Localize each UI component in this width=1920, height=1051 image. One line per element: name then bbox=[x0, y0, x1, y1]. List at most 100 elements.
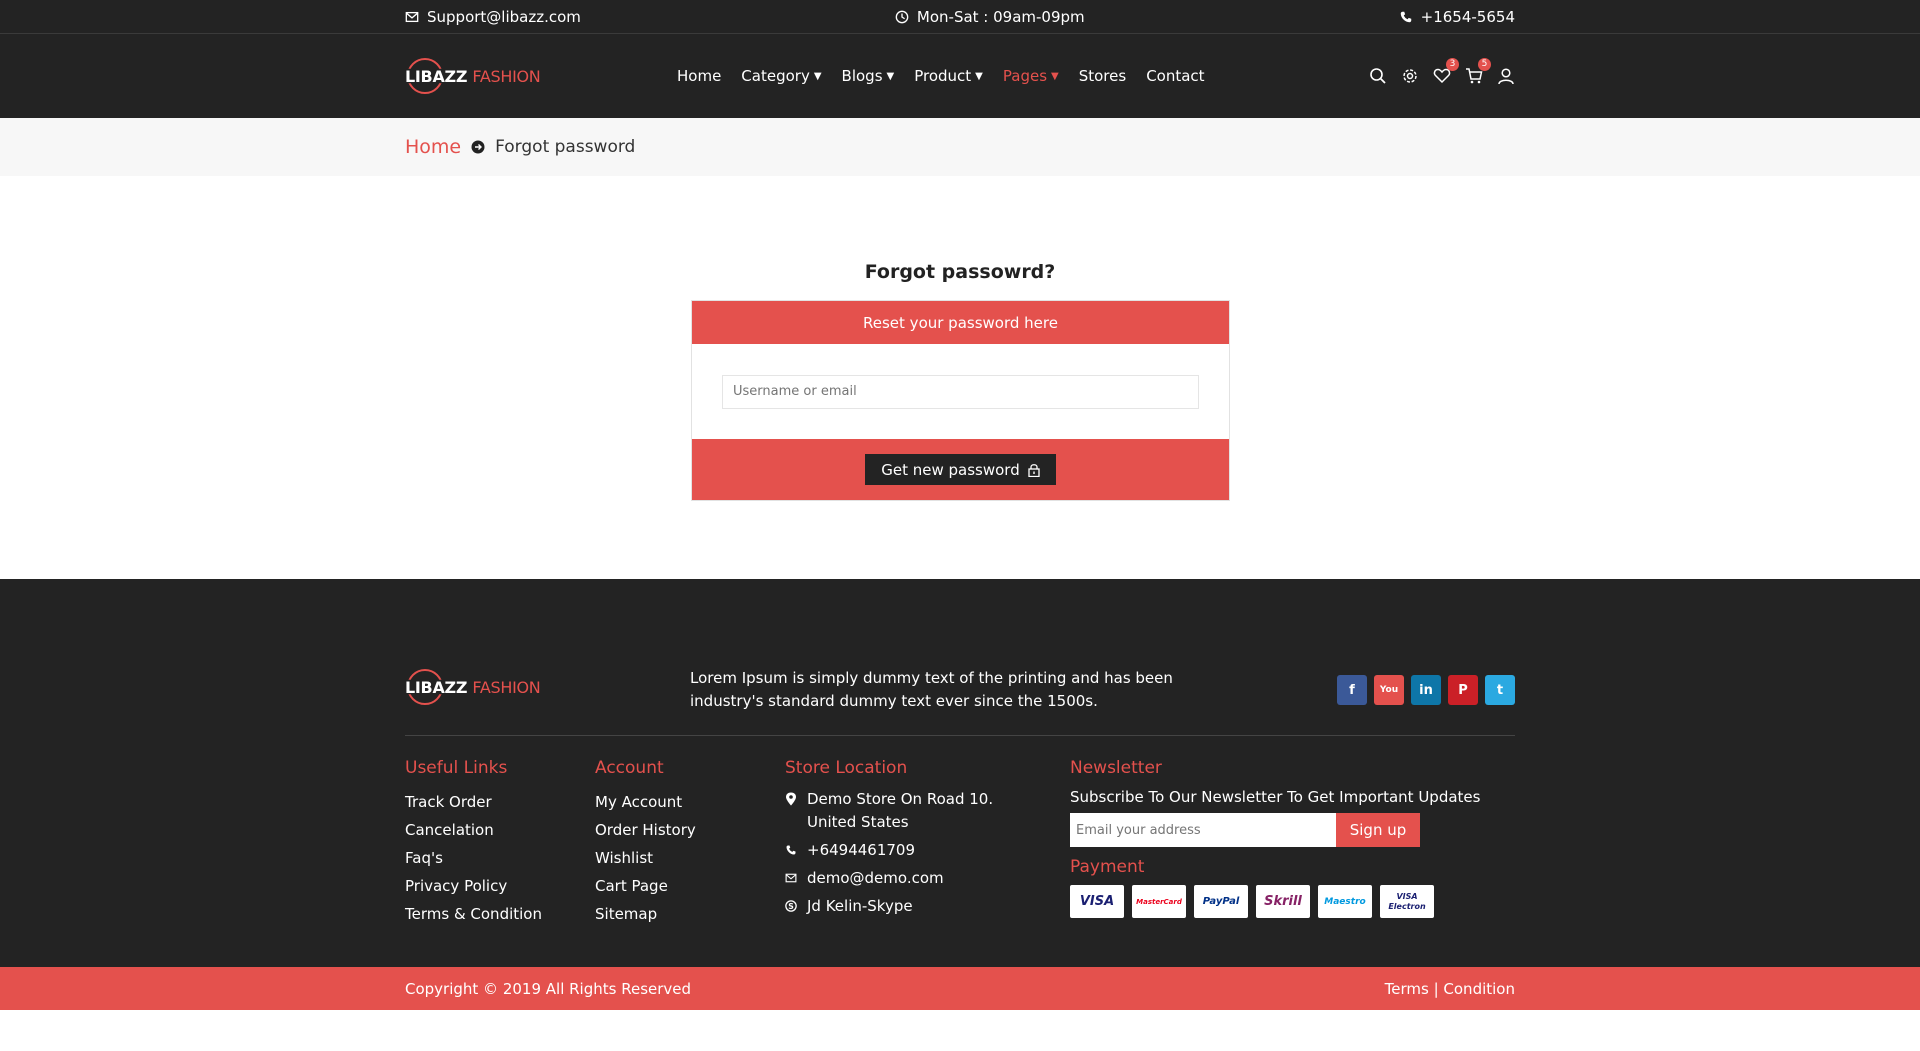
newsletter-column: Newsletter Subscribe To Our Newsletter T… bbox=[1070, 758, 1515, 918]
link-terms-condition[interactable]: Terms & Condition bbox=[405, 900, 542, 928]
copyright-text: Copyright © 2019 All Rights Reserved bbox=[405, 979, 692, 998]
nav-stores[interactable]: Stores bbox=[1079, 67, 1126, 85]
get-new-password-button[interactable]: Get new password bbox=[865, 454, 1056, 485]
link-my-account[interactable]: My Account bbox=[595, 788, 696, 816]
map-pin-icon bbox=[786, 792, 796, 806]
useful-links-title: Useful Links bbox=[405, 758, 508, 778]
opening-hours: Mon-Sat : 09am-09pm bbox=[895, 8, 1085, 26]
cart-count-badge: 5 bbox=[1478, 58, 1491, 71]
opening-hours-text: Mon-Sat : 09am-09pm bbox=[916, 7, 1085, 26]
store-location-column: Store Location Demo Store On Road 10. Un… bbox=[785, 758, 1005, 923]
nav-category[interactable]: Category ▼ bbox=[741, 67, 821, 85]
logo-text-secondary: FASHION bbox=[472, 66, 541, 86]
brand-logo[interactable]: LIBAZZ FASHION bbox=[405, 56, 605, 96]
wishlist-count-badge: 3 bbox=[1446, 58, 1459, 71]
footer-description: Lorem Ipsum is simply dummy text of the … bbox=[690, 669, 1173, 710]
newsletter-form: Sign up bbox=[1070, 813, 1515, 847]
newsletter-subtitle: Subscribe To Our Newsletter To Get Impor… bbox=[1070, 788, 1481, 806]
link-faqs[interactable]: Faq's bbox=[405, 844, 542, 872]
mastercard-icon: MasterCard bbox=[1132, 885, 1186, 918]
phone-icon bbox=[1400, 11, 1411, 22]
youtube-icon[interactable]: You bbox=[1374, 675, 1404, 705]
sign-up-button[interactable]: Sign up bbox=[1336, 813, 1420, 847]
wishlist-button[interactable]: 3 bbox=[1433, 58, 1459, 85]
envelope-icon bbox=[785, 873, 797, 883]
store-location-title: Store Location bbox=[785, 758, 908, 778]
cart-button[interactable]: 5 bbox=[1465, 58, 1491, 85]
user-icon[interactable] bbox=[1497, 67, 1515, 85]
chevron-down-icon: ▼ bbox=[1051, 70, 1059, 82]
link-privacy-policy[interactable]: Privacy Policy bbox=[405, 872, 542, 900]
header-icons: 3 5 bbox=[1369, 58, 1515, 85]
payment-title: Payment bbox=[1070, 857, 1145, 877]
breadcrumb-home[interactable]: Home bbox=[405, 136, 461, 158]
support-email[interactable]: Support@libazz.com bbox=[405, 8, 581, 26]
svg-text:S: S bbox=[788, 902, 794, 911]
nav-home[interactable]: Home bbox=[677, 67, 721, 85]
pinterest-icon[interactable]: P bbox=[1448, 675, 1478, 705]
visa-icon: VISA bbox=[1070, 885, 1124, 918]
link-wishlist[interactable]: Wishlist bbox=[595, 844, 696, 872]
visa-electron-icon: VISA Electron bbox=[1380, 885, 1434, 918]
lock-icon bbox=[1028, 463, 1040, 477]
skrill-icon: Skrill bbox=[1256, 885, 1310, 918]
paypal-icon: PayPal bbox=[1194, 885, 1248, 918]
useful-links-column: Useful Links Track Order Cancelation Faq… bbox=[405, 758, 542, 928]
linkedin-icon[interactable]: in bbox=[1411, 675, 1441, 705]
nav-product[interactable]: Product ▼ bbox=[914, 67, 983, 85]
logo-text-secondary: FASHION bbox=[472, 677, 541, 697]
newsletter-email-input[interactable] bbox=[1070, 813, 1336, 847]
nav-contact[interactable]: Contact bbox=[1146, 67, 1204, 85]
nav-blogs[interactable]: Blogs ▼ bbox=[842, 67, 895, 85]
account-title: Account bbox=[595, 758, 664, 778]
chevron-down-icon: ▼ bbox=[975, 70, 983, 82]
link-sitemap[interactable]: Sitemap bbox=[595, 900, 696, 928]
store-skype[interactable]: S Jd Kelin-Skype bbox=[785, 895, 1005, 918]
logo-text-primary: LIBAZZ bbox=[405, 66, 468, 86]
newsletter-title: Newsletter bbox=[1070, 758, 1162, 778]
nav-pages[interactable]: Pages ▼ bbox=[1003, 67, 1059, 85]
maestro-icon: Maestro bbox=[1318, 885, 1372, 918]
link-order-history[interactable]: Order History bbox=[595, 816, 696, 844]
page-title: Forgot passowrd? bbox=[864, 261, 1056, 283]
facebook-icon[interactable]: f bbox=[1337, 675, 1367, 705]
clock-icon bbox=[895, 10, 909, 23]
terms-link[interactable]: Terms bbox=[1385, 980, 1429, 998]
support-phone[interactable]: +1654-5654 bbox=[1399, 8, 1515, 26]
card-header: Reset your password here bbox=[692, 301, 1229, 344]
envelope-icon bbox=[405, 11, 419, 22]
main-nav: Home Category ▼ Blogs ▼ Product ▼ Pages ▼ St… bbox=[677, 67, 1205, 85]
support-phone-text: +1654-5654 bbox=[1420, 7, 1515, 26]
payment-methods: VISA MasterCard PayPal Skrill Maestro VI… bbox=[1070, 885, 1515, 918]
breadcrumb-current: Forgot password bbox=[495, 137, 636, 157]
skype-icon: S bbox=[785, 900, 797, 912]
footer-logo[interactable]: LIBAZZ FASHION bbox=[405, 667, 605, 707]
condition-link[interactable]: Condition bbox=[1443, 980, 1515, 998]
search-icon[interactable] bbox=[1369, 67, 1387, 85]
copyright-bar: Copyright © 2019 All Rights Reserved Ter… bbox=[0, 967, 1920, 1010]
main-header: LIBAZZ FASHION Home Category ▼ Blogs ▼ Pro… bbox=[0, 34, 1920, 118]
link-cart-page[interactable]: Cart Page bbox=[595, 872, 696, 900]
link-track-order[interactable]: Track Order bbox=[405, 788, 542, 816]
forgot-password-card: Reset your password here Get new passwor… bbox=[691, 300, 1230, 501]
breadcrumb: Home Forgot password bbox=[0, 118, 1920, 176]
twitter-icon[interactable]: t bbox=[1485, 675, 1515, 705]
link-cancelation[interactable]: Cancelation bbox=[405, 816, 542, 844]
username-email-input[interactable] bbox=[722, 374, 1199, 409]
account-column: Account My Account Order History Wishlis… bbox=[595, 758, 696, 928]
site-footer: LIBAZZ FASHION Lorem Ipsum is simply dum… bbox=[0, 579, 1920, 1010]
arrow-circle-right-icon bbox=[471, 140, 485, 154]
phone-icon bbox=[786, 845, 796, 855]
social-links: f You in P t bbox=[1337, 675, 1515, 705]
logo-text-primary: LIBAZZ bbox=[405, 677, 468, 697]
support-email-text: Support@libazz.com bbox=[427, 7, 581, 26]
footer-legal-links: Terms | Condition bbox=[1384, 979, 1515, 998]
store-address: Demo Store On Road 10. United States bbox=[785, 788, 1005, 834]
store-phone[interactable]: +6494461709 bbox=[785, 839, 1005, 862]
chevron-down-icon: ▼ bbox=[886, 70, 895, 82]
forgot-password-section: Forgot passowrd? Reset your password her… bbox=[0, 176, 1920, 579]
top-bar: Support@libazz.com Mon-Sat : 09am-09pm +… bbox=[0, 0, 1920, 34]
gear-icon[interactable] bbox=[1401, 67, 1419, 85]
chevron-down-icon: ▼ bbox=[813, 70, 822, 82]
store-email[interactable]: demo@demo.com bbox=[785, 867, 1005, 890]
